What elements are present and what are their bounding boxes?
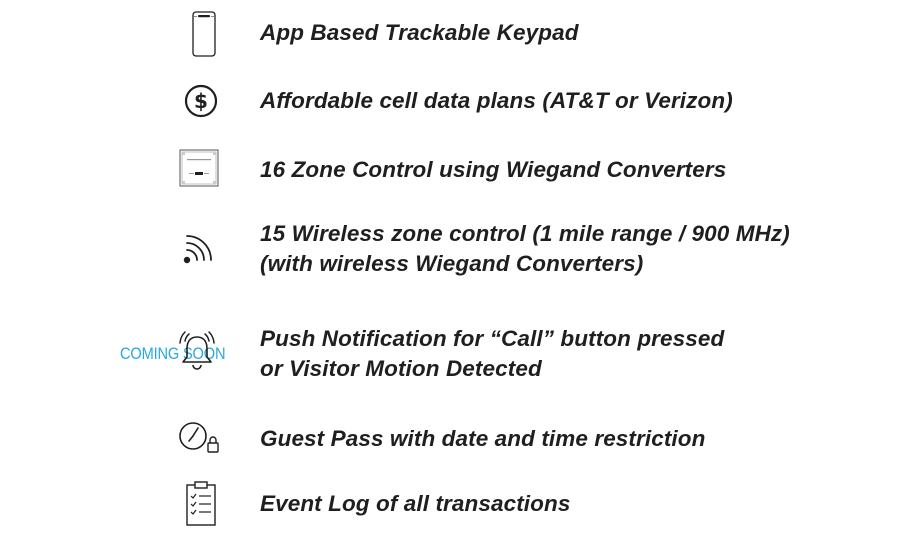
feature-line: Guest Pass with date and time restrictio…: [260, 426, 706, 451]
feature-text: 16 Zone Control using Wiegand Converters: [260, 155, 726, 185]
feature-line: 16 Zone Control using Wiegand Converters: [260, 157, 727, 182]
wireless-signal-icon: [172, 222, 222, 272]
svg-text:$: $: [194, 89, 208, 113]
feature-line: Push Notification for “Call” button pres…: [260, 326, 725, 351]
clipboard-checklist-icon: [176, 478, 226, 528]
feature-text: Push Notification for “Call” button pres…: [260, 324, 724, 384]
clock-lock-icon: [176, 412, 226, 462]
feature-line: (with wireless Wiegand Converters): [260, 251, 644, 276]
feature-text: Guest Pass with date and time restrictio…: [260, 424, 705, 454]
dollar-circle-icon: $: [176, 76, 226, 126]
feature-line: Event Log of all transactions: [260, 491, 571, 516]
feature-line: or Visitor Motion Detected: [260, 356, 542, 381]
smartphone-icon: [179, 9, 229, 59]
feature-text: Event Log of all transactions: [260, 489, 570, 519]
feature-text: Affordable cell data plans (AT&T or Veri…: [260, 86, 733, 116]
feature-text: 15 Wireless zone control (1 mile range /…: [260, 219, 790, 279]
feature-line: App Based Trackable Keypad: [260, 20, 579, 45]
feature-text: App Based Trackable Keypad: [260, 18, 579, 48]
feature-line: 15 Wireless zone control (1 mile range /…: [260, 221, 790, 246]
ringing-bell-icon: [172, 326, 222, 376]
converter-box-icon: [174, 143, 224, 193]
feature-line: Affordable cell data plans (AT&T or Veri…: [260, 88, 733, 113]
